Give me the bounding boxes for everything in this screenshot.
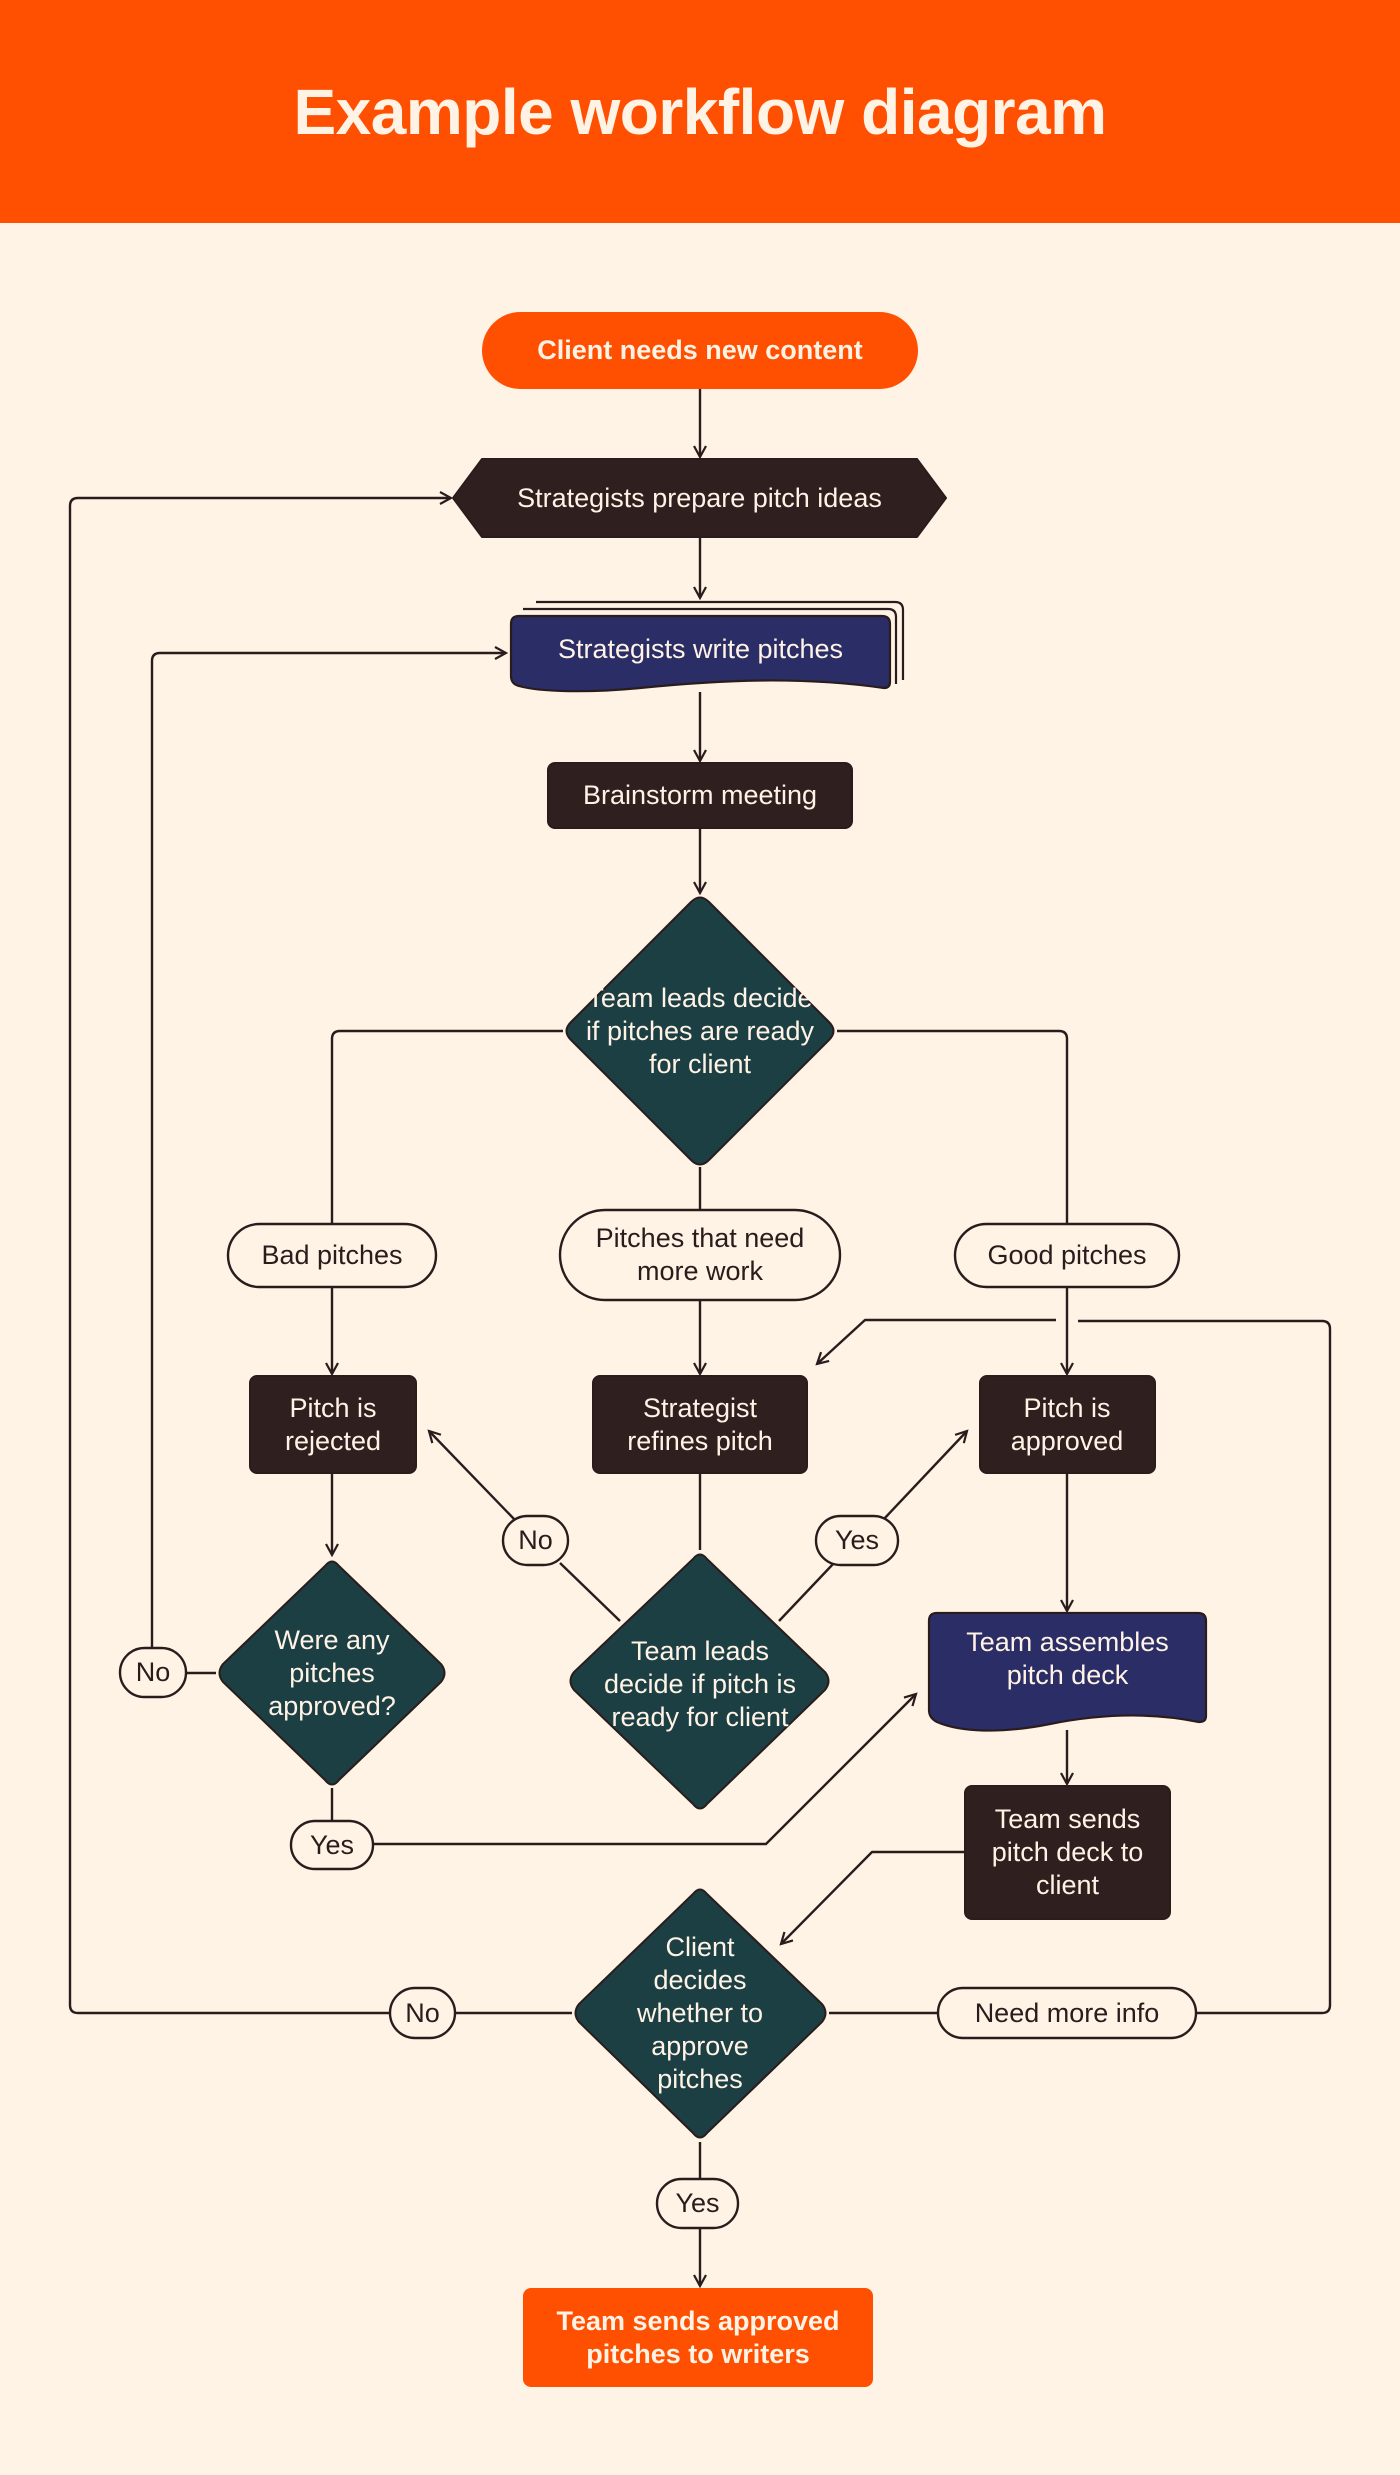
bad-pitches-label: Bad pitches — [261, 1240, 403, 1270]
decision1-node: Team leads decide if pitches are ready f… — [580, 966, 820, 1096]
d2-no-label-box: No — [503, 1516, 568, 1565]
prepare-node: Strategists prepare pitch ideas — [453, 459, 946, 537]
decision1-node-label: Team leads decide if pitches are ready f… — [585, 982, 815, 1079]
edge-decision1-bad — [330, 1029, 563, 1224]
wereany-node-label: Were any pitches approved? — [268, 1624, 396, 1721]
rejected-node: Pitch is rejected — [262, 1376, 404, 1473]
edge-decision2-yes-a — [778, 1562, 835, 1622]
client-moreinfo-label: Need more info — [974, 1997, 1160, 2028]
wereany-no-label-box: No — [120, 1648, 186, 1697]
rejected-node-label: Pitch is rejected — [284, 1392, 382, 1456]
decision2-node: Team leads decide if pitch is ready for … — [595, 1616, 805, 1752]
good-pitches-label: Good pitches — [987, 1240, 1147, 1270]
start-node: Client needs new content — [482, 312, 918, 389]
end-node: Team sends approved pitches to writers — [523, 2288, 873, 2387]
write-node-label: Strategists write pitches — [557, 633, 844, 664]
write-node: Strategists write pitches — [511, 616, 890, 682]
sends-deck-node: Team sends pitch deck to client — [975, 1786, 1160, 1919]
edge-decision2-yes-b — [882, 1431, 967, 1521]
wereany-yes-label: Yes — [309, 1829, 355, 1860]
client-decides-node: Client decides whether to approve pitche… — [620, 1925, 780, 2101]
prepare-node-label: Strategists prepare pitch ideas — [517, 482, 882, 513]
d2-no-label: No — [518, 1525, 553, 1555]
client-no-label: No — [405, 1997, 440, 2028]
sends-deck-node-label: Team sends pitch deck to client — [991, 1804, 1144, 1900]
client-yes-label: Yes — [675, 2188, 720, 2218]
more-work-label-box: Pitches that need more work — [580, 1210, 820, 1300]
good-pitches-label-box: Good pitches — [955, 1224, 1179, 1287]
wereany-no-label: No — [135, 1657, 171, 1687]
start-node-label: Client needs new content — [537, 335, 863, 365]
d2-yes-label: Yes — [834, 1525, 880, 1555]
edge-decision2-no-b — [429, 1431, 516, 1521]
bad-pitches-label-box: Bad pitches — [228, 1224, 436, 1287]
approved-node: Pitch is approved — [992, 1376, 1142, 1473]
edge-decision1-good — [837, 1029, 1069, 1224]
wereany-yes-label-box: Yes — [291, 1821, 373, 1869]
approved-node-label: Pitch is approved — [1010, 1392, 1124, 1456]
assembles-node: Team assembles pitch deck — [945, 1616, 1190, 1702]
refines-node-label: Strategist refines pitch — [627, 1392, 773, 1456]
edge-sends-client — [781, 1850, 965, 1944]
client-decides-node-label: Client decides whether to approve pitche… — [636, 1931, 764, 2094]
edge-decision2-no-a — [559, 1562, 621, 1622]
refines-node: Strategist refines pitch — [603, 1376, 797, 1473]
decision2-node-label: Team leads decide if pitch is ready for … — [603, 1635, 797, 1732]
client-moreinfo-label-box: Need more info — [938, 1988, 1196, 2038]
brainstorm-node: Brainstorm meeting — [548, 763, 852, 828]
d2-yes-label-box: Yes — [816, 1516, 898, 1565]
brainstorm-node-label: Brainstorm meeting — [582, 780, 818, 810]
client-yes-label-box: Yes — [657, 2179, 738, 2228]
wereany-node: Were any pitches approved? — [252, 1620, 412, 1726]
edge-no-write-loop — [150, 653, 506, 1648]
more-work-label: Pitches that need more work — [595, 1223, 805, 1286]
end-node-label: Team sends approved pitches to writers — [556, 2305, 840, 2369]
assembles-node-label: Team assembles pitch deck — [966, 1627, 1169, 1690]
client-no-label-box: No — [390, 1988, 455, 2038]
